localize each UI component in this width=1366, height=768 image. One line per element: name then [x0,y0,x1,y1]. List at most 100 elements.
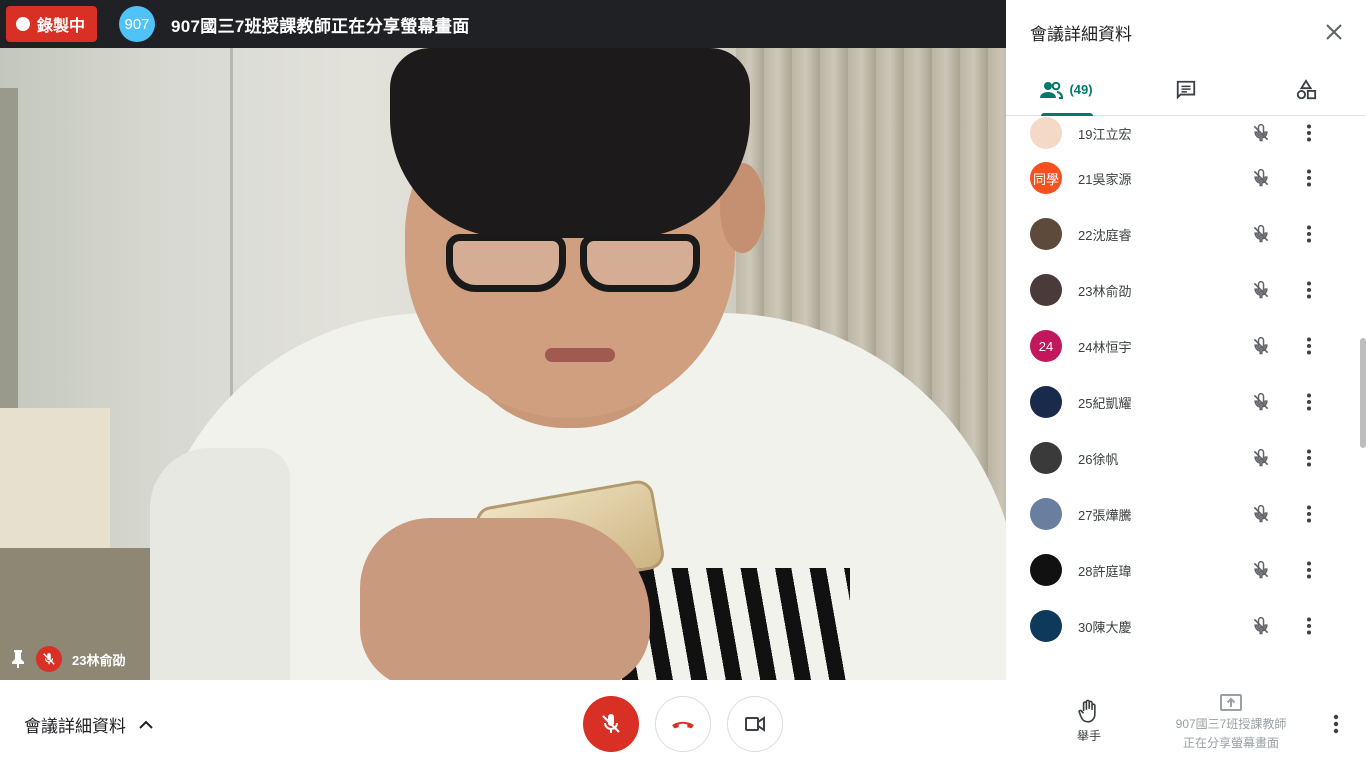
participant-list: 19江立宏 同學 21吳家源 22沈庭睿 23林俞劭 24 24林恒宇 25紀凱… [1006,116,1366,680]
participant-name-tag: 23林俞劭 [10,646,125,672]
more-vert-icon[interactable] [1297,166,1321,190]
panel-scrollbar[interactable] [1360,338,1366,448]
participant-name: 28許庭瑋 [1078,563,1132,579]
meeting-avatar: 907 [119,6,156,42]
participant-avatar: 同學 [1030,162,1062,194]
top-bar: 錄製中 907 907國三7班授課教師正在分享螢幕畫面 [0,0,1006,48]
meeting-details-panel: 會議詳細資料 (49) 19江立宏 同學 21吳家源 22沈庭睿 23林俞劭 2… [1006,0,1366,680]
raise-hand-label: 舉手 [1076,729,1101,743]
mic-off-icon[interactable] [1249,390,1273,414]
mic-toggle-button[interactable] [583,696,639,752]
hand-icon [1078,699,1096,723]
mic-off-icon[interactable] [1249,558,1273,582]
camera-icon [745,716,765,732]
bottom-controls-bar: 會議詳細資料 舉手 907國三7班授課教師 正在分享螢幕畫面 [0,680,1366,768]
video-feed: 23林俞劭 [0,48,1006,680]
more-vert-icon[interactable] [1297,334,1321,358]
participant-name: 27張燁騰 [1078,507,1132,523]
mic-off-icon[interactable] [1249,121,1273,145]
mic-off-icon [602,714,620,733]
people-count: (49) [1069,82,1093,97]
participant-avatar [1030,218,1062,250]
chat-icon [1176,80,1196,100]
participant-row[interactable]: 25紀凱耀 [1006,374,1366,430]
chevron-up-icon [139,720,153,729]
participant-row[interactable]: 23林俞劭 [1006,262,1366,318]
participant-avatar [1030,554,1062,586]
more-vert-icon[interactable] [1297,558,1321,582]
participant-name: 19江立宏 [1078,126,1132,142]
participant-avatar [1030,117,1062,149]
participant-name-label: 23林俞劭 [72,652,126,668]
tab-activities[interactable] [1246,64,1366,115]
mic-off-icon[interactable] [1249,334,1273,358]
participant-avatar [1030,386,1062,418]
participant-avatar [1030,498,1062,530]
more-vert-icon[interactable] [1297,278,1321,302]
participant-row[interactable]: 26徐帆 [1006,430,1366,486]
participant-avatar [1030,610,1062,642]
mic-off-icon [36,646,62,672]
participant-name: 26徐帆 [1078,451,1119,467]
meeting-details-button[interactable]: 會議詳細資料 [24,712,154,737]
mic-off-icon[interactable] [1249,446,1273,470]
participant-name: 30陳大慶 [1078,619,1132,635]
meeting-title: 907國三7班授課教師正在分享螢幕畫面 [171,16,470,36]
lens-right [580,234,700,292]
raise-hand-button[interactable]: 舉手 [1066,698,1112,744]
panel-tabs: (49) [1006,64,1366,116]
mic-off-icon[interactable] [1249,278,1273,302]
participant-row[interactable]: 28許庭瑋 [1006,542,1366,598]
participant-name: 22沈庭睿 [1078,227,1132,243]
meeting-details-label: 會議詳細資料 [24,717,126,736]
tab-chat[interactable] [1126,64,1246,115]
person-arm [150,448,290,680]
mic-off-icon[interactable] [1249,614,1273,638]
present-now-button: 907國三7班授課教師 正在分享螢幕畫面 [1160,692,1302,752]
recording-badge: 錄製中 [6,6,98,42]
participant-name: 25紀凱耀 [1078,395,1132,411]
person-hair [390,48,750,238]
leave-call-button[interactable] [655,696,711,752]
participant-row[interactable]: 30陳大慶 [1006,598,1366,654]
people-icon [1040,81,1064,99]
more-options-button[interactable] [1324,712,1348,736]
person-glasses [438,234,708,294]
participant-name: 24林恒宇 [1078,339,1132,355]
more-vert-icon [1333,714,1339,734]
hang-up-icon [672,721,694,729]
more-vert-icon[interactable] [1297,502,1321,526]
mic-off-icon[interactable] [1249,166,1273,190]
more-vert-icon[interactable] [1297,614,1321,638]
tab-people[interactable]: (49) [1006,64,1126,115]
pin-icon[interactable] [10,649,26,669]
mic-off-icon[interactable] [1249,222,1273,246]
presenting-label-line1: 907國三7班授課教師 [1175,717,1287,731]
participant-name: 21吳家源 [1078,171,1132,187]
recording-label: 錄製中 [37,18,86,35]
person-hand [360,518,650,680]
participant-row[interactable]: 27張燁騰 [1006,486,1366,542]
participant-avatar [1030,442,1062,474]
panel-header: 會議詳細資料 [1006,0,1366,64]
participant-row[interactable]: 22沈庭睿 [1006,206,1366,262]
present-screen-icon [1220,694,1242,711]
shapes-icon [1296,78,1317,99]
more-vert-icon[interactable] [1297,446,1321,470]
more-vert-icon[interactable] [1297,390,1321,414]
mic-off-icon[interactable] [1249,502,1273,526]
camera-toggle-button[interactable] [727,696,783,752]
participant-avatar: 24 [1030,330,1062,362]
presenting-label-line2: 正在分享螢幕畫面 [1182,736,1279,750]
recording-dot-icon [16,17,30,31]
panel-title: 會議詳細資料 [1030,24,1132,44]
background-door [0,88,18,438]
more-vert-icon[interactable] [1297,222,1321,246]
participant-row[interactable]: 24 24林恒宇 [1006,318,1366,374]
participant-name: 23林俞劭 [1078,283,1132,299]
close-icon[interactable] [1318,16,1350,48]
participant-row[interactable]: 19江立宏 [1006,116,1366,150]
participant-row[interactable]: 同學 21吳家源 [1006,150,1366,206]
more-vert-icon[interactable] [1297,121,1321,145]
lens-left [446,234,566,292]
